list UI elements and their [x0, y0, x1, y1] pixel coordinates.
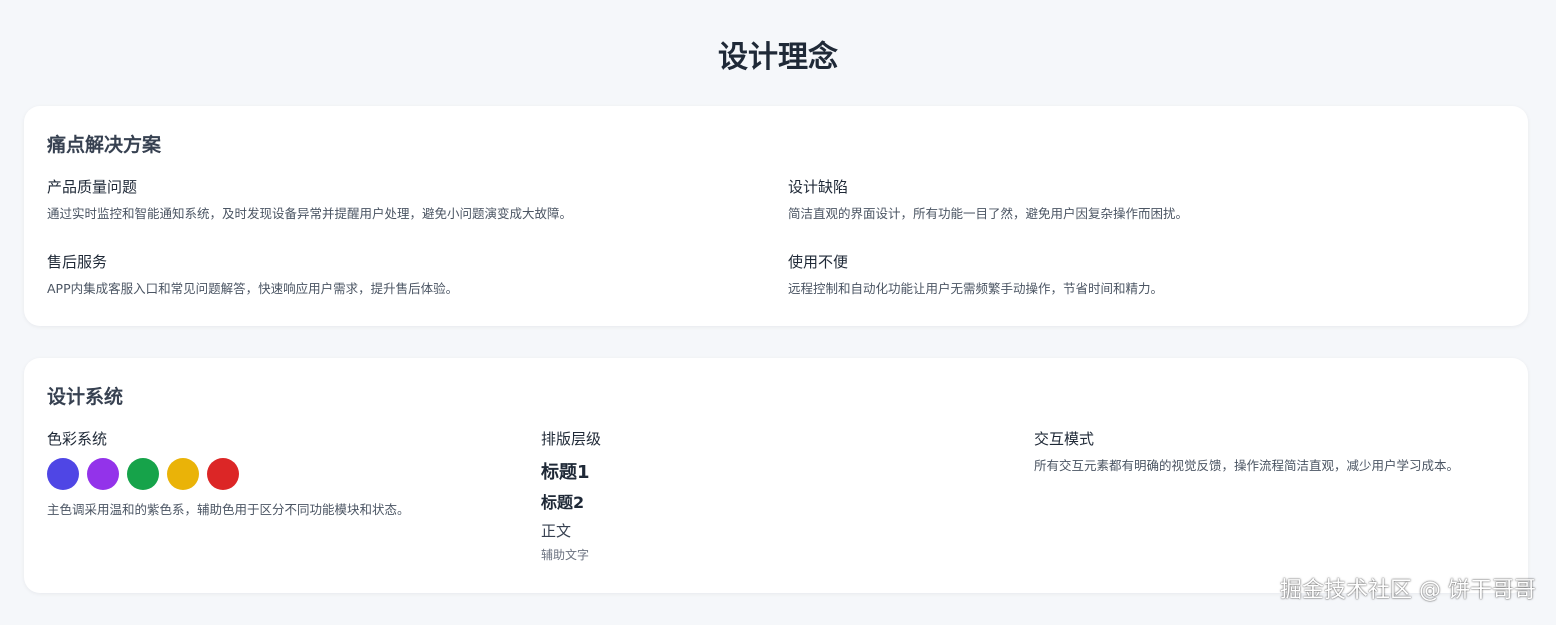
- pain-item-title: 产品质量问题: [47, 178, 138, 196]
- pain-item-desc: 远程控制和自动化功能让用户无需频繁手动操作，节省时间和精力。: [788, 281, 1164, 296]
- watermark: 掘金技术社区 @ 饼干哥哥: [1280, 578, 1536, 603]
- pain-item-desc: 通过实时监控和智能通知系统，及时发现设备异常并提醒用户处理，避免小问题演变成大故…: [47, 206, 573, 221]
- interaction-title: 交互模式: [1034, 430, 1095, 448]
- pain-item-service: 售后服务 APP内集成客服入口和常见问题解答，快速响应用户需求，提升售后体验。: [47, 251, 747, 299]
- color-swatch: [47, 458, 79, 490]
- pain-points-title: 痛点解决方案: [47, 134, 162, 156]
- typography-title: 排版层级: [541, 430, 602, 448]
- color-swatch: [207, 458, 239, 490]
- design-system-title: 设计系统: [47, 386, 124, 408]
- pain-item-desc: APP内集成客服入口和常见问题解答，快速响应用户需求，提升售后体验。: [47, 281, 459, 296]
- color-system-desc: 主色调采用温和的紫色系，辅助色用于区分不同功能模块和状态。: [47, 502, 410, 517]
- typography-block: 排版层级 标题1 标题2 正文 辅助文字: [541, 428, 1001, 564]
- typography-sample-aux: 辅助文字: [541, 548, 590, 562]
- pain-points-card: 痛点解决方案 产品质量问题 通过实时监控和智能通知系统，及时发现设备异常并提醒用…: [24, 106, 1528, 326]
- typography-sample-h2: 标题2: [541, 493, 585, 512]
- pain-item-quality: 产品质量问题 通过实时监控和智能通知系统，及时发现设备异常并提醒用户处理，避免小…: [47, 176, 747, 224]
- typography-sample-h1: 标题1: [541, 462, 590, 483]
- pain-item-usability: 使用不便 远程控制和自动化功能让用户无需频繁手动操作，节省时间和精力。: [788, 251, 1488, 299]
- interaction-block: 交互模式 所有交互元素都有明确的视觉反馈，操作流程简洁直观，减少用户学习成本。: [1034, 428, 1486, 476]
- design-system-card: 设计系统 色彩系统 主色调采用温和的紫色系，辅助色用于区分不同功能模块和状态。 …: [24, 358, 1528, 593]
- typography-sample-body: 正文: [541, 522, 572, 540]
- pain-item-design: 设计缺陷 简洁直观的界面设计，所有功能一目了然，避免用户因复杂操作而困扰。: [788, 176, 1488, 224]
- interaction-desc: 所有交互元素都有明确的视觉反馈，操作流程简洁直观，减少用户学习成本。: [1034, 458, 1460, 473]
- pain-item-desc: 简洁直观的界面设计，所有功能一目了然，避免用户因复杂操作而困扰。: [788, 206, 1189, 221]
- color-swatches: [47, 458, 507, 490]
- color-swatch: [167, 458, 199, 490]
- color-system-title: 色彩系统: [47, 430, 108, 448]
- color-swatch: [127, 458, 159, 490]
- color-system-block: 色彩系统 主色调采用温和的紫色系，辅助色用于区分不同功能模块和状态。: [47, 428, 507, 520]
- pain-item-title: 设计缺陷: [788, 178, 849, 196]
- page-title: 设计理念: [718, 40, 838, 75]
- pain-item-title: 使用不便: [788, 253, 849, 271]
- pain-item-title: 售后服务: [47, 253, 108, 271]
- color-swatch: [87, 458, 119, 490]
